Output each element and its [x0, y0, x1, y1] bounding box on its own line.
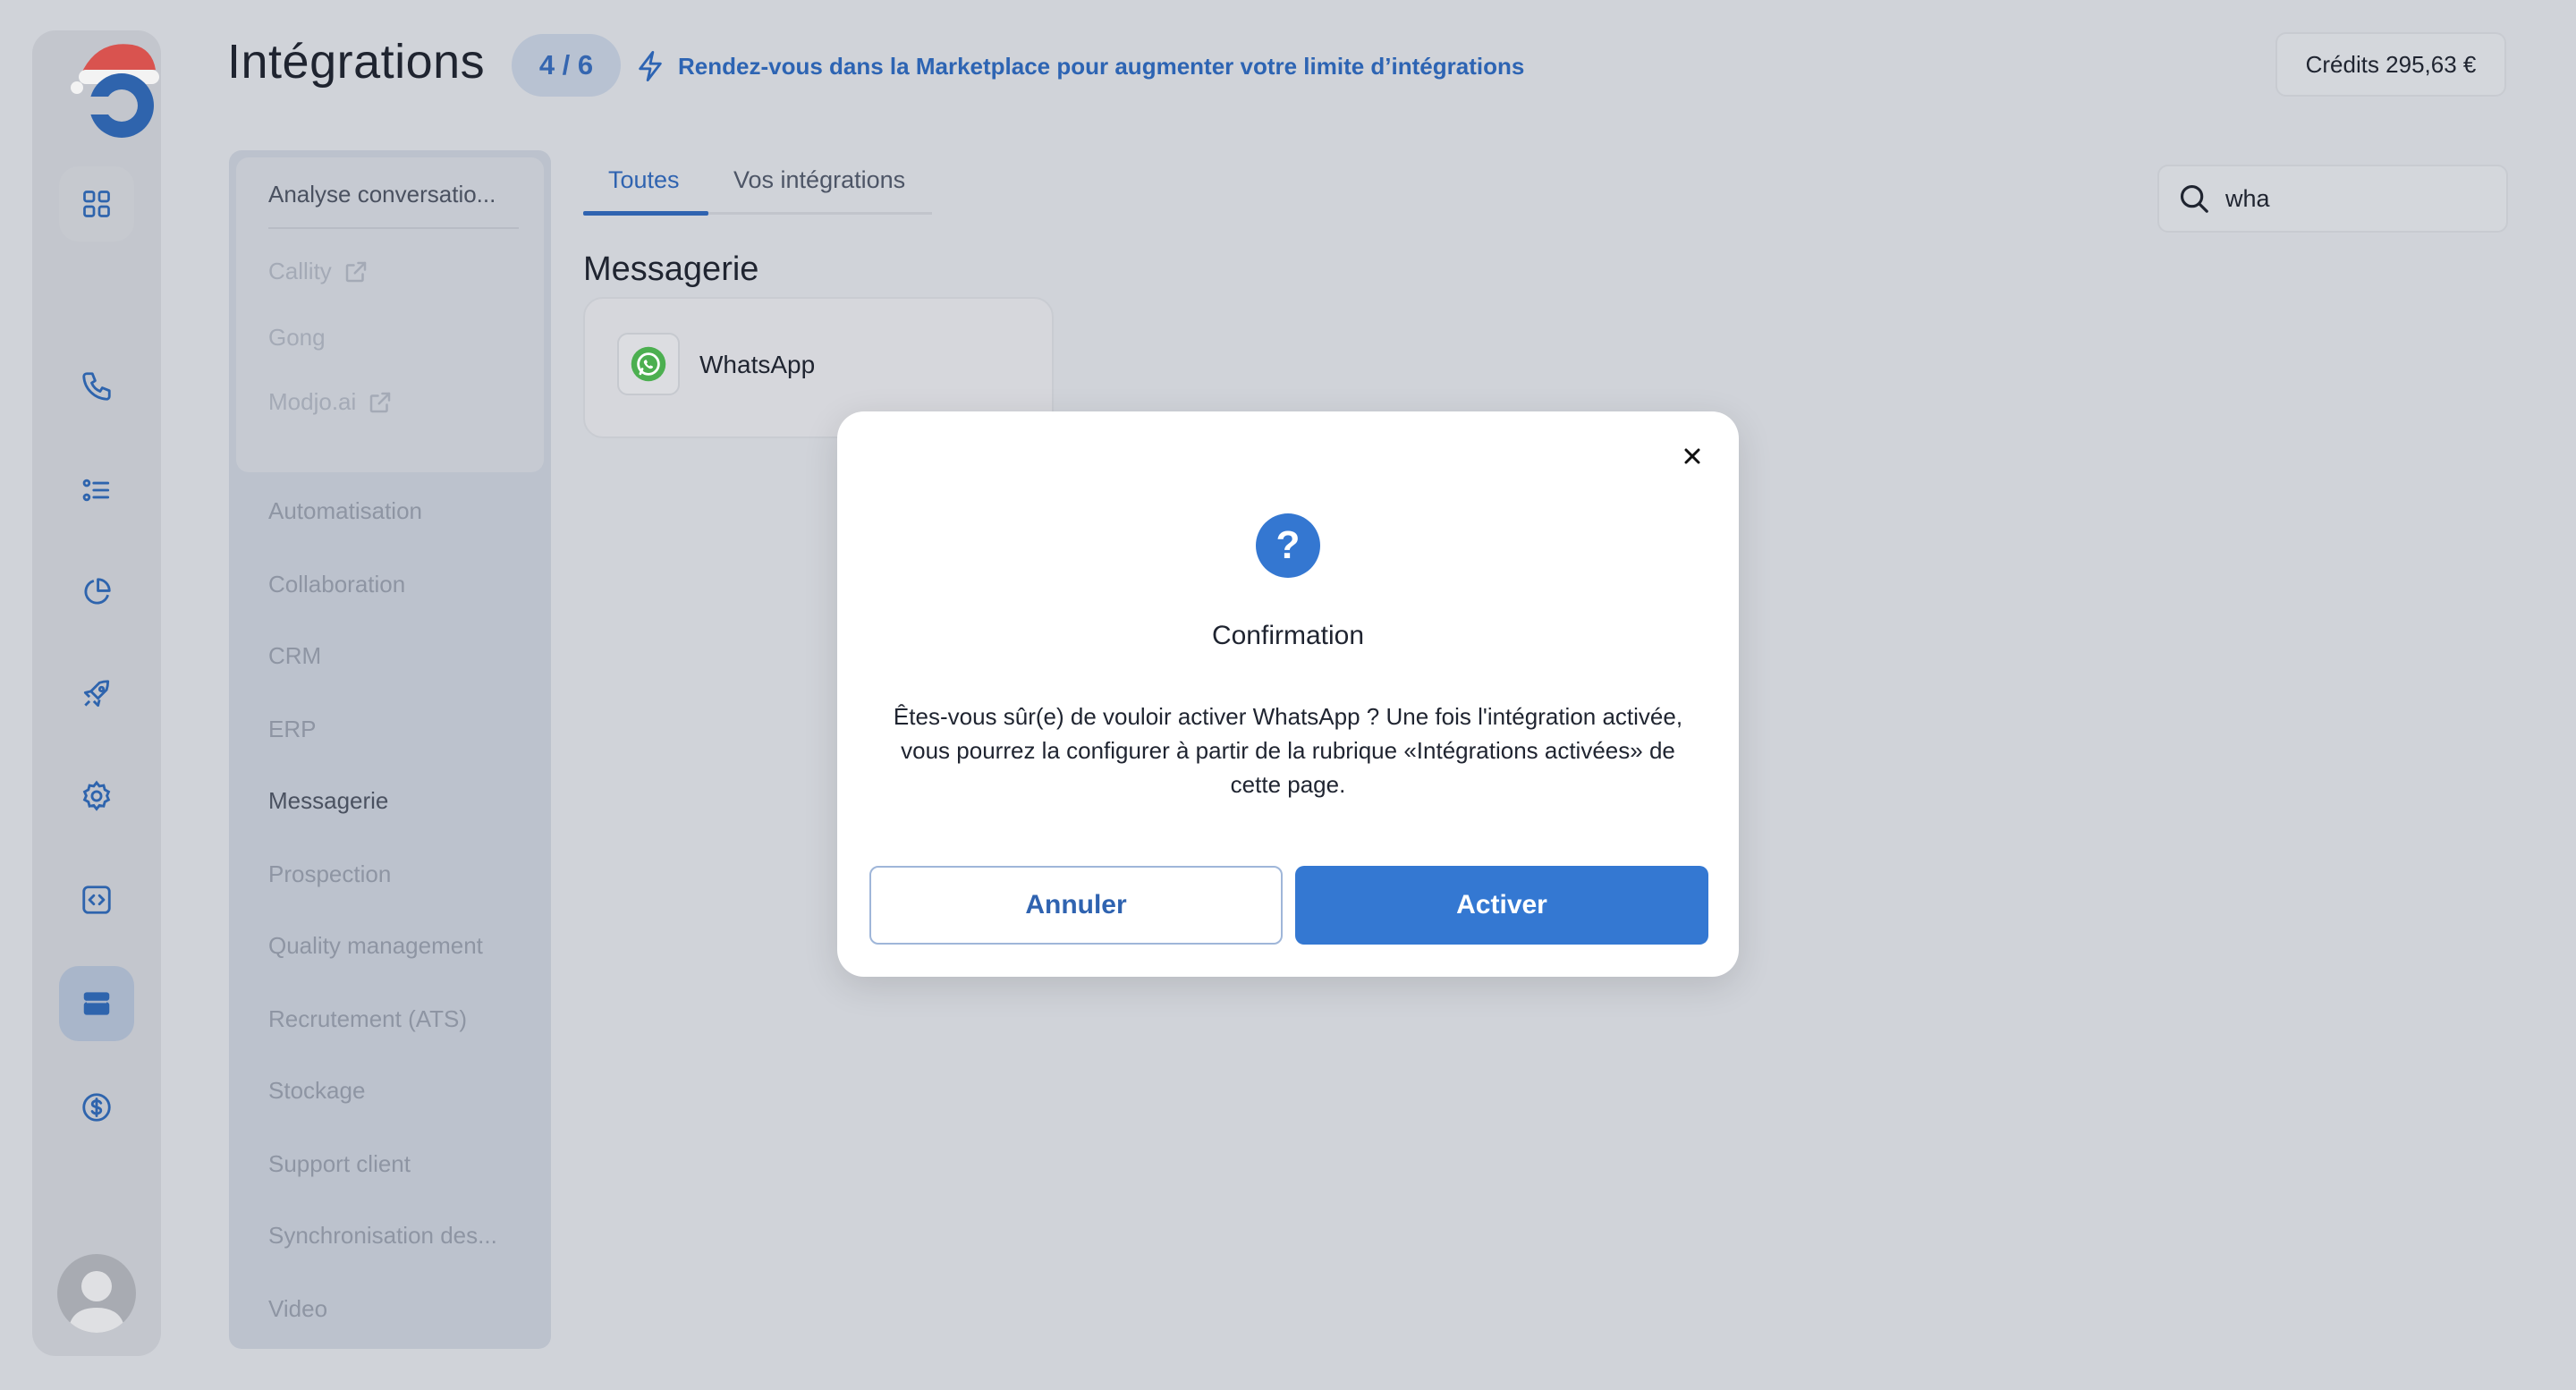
integration-count-badge: 4 / 6 — [512, 34, 621, 97]
sub-item-callity[interactable]: Callity — [268, 258, 369, 285]
category-item-storage[interactable]: Stockage — [268, 1077, 365, 1105]
settings-button[interactable] — [59, 759, 134, 834]
marketplace-link-text[interactable]: Rendez-vous dans la Marketplace pour aug… — [678, 53, 1524, 81]
tab-active-indicator — [583, 211, 708, 216]
category-item-erp[interactable]: ERP — [268, 716, 316, 743]
close-button[interactable] — [1673, 436, 1712, 476]
code-icon — [80, 883, 114, 917]
category-sidebar: Analyse conversatio... Callity Gong Modj… — [229, 150, 551, 1349]
developer-button[interactable] — [59, 862, 134, 937]
activate-button[interactable]: Activer — [1295, 866, 1708, 945]
list-icon — [80, 473, 114, 507]
sub-item-gong[interactable]: Gong — [268, 324, 326, 352]
marketplace-link[interactable]: Rendez-vous dans la Marketplace pour aug… — [635, 47, 1524, 86]
category-item-conversation-analysis[interactable]: Analyse conversatio... — [268, 181, 496, 208]
store-icon — [80, 987, 114, 1021]
confirmation-dialog: ? Confirmation Êtes-vous sûr(e) de voulo… — [837, 411, 1739, 977]
category-group-expanded: Analyse conversatio... Callity Gong Modj… — [236, 157, 544, 472]
category-item-video[interactable]: Video — [268, 1295, 327, 1323]
tab-all[interactable]: Toutes — [608, 166, 680, 213]
section-title: Messagerie — [583, 250, 759, 288]
category-item-quality[interactable]: Quality management — [268, 932, 483, 960]
category-item-support[interactable]: Support client — [268, 1150, 411, 1178]
pie-chart-icon — [80, 575, 114, 609]
dashboard-button[interactable] — [59, 166, 134, 242]
tabs-divider — [708, 212, 932, 215]
category-item-crm[interactable]: CRM — [268, 642, 321, 670]
dialog-title: Confirmation — [1211, 621, 1365, 650]
search-input[interactable]: wha — [2157, 165, 2508, 233]
avatar[interactable] — [57, 1254, 136, 1333]
question-icon: ? — [1256, 513, 1320, 578]
search-value[interactable]: wha — [2225, 185, 2270, 213]
credits-badge[interactable]: Crédits 295,63 € — [2275, 32, 2506, 97]
campaigns-button[interactable] — [59, 657, 134, 732]
category-item-recruitment[interactable]: Recrutement (ATS) — [268, 1005, 467, 1033]
dialog-message: Êtes-vous sûr(e) de vouloir activer What… — [893, 703, 1683, 798]
external-link-icon — [343, 259, 369, 285]
category-item-prospection[interactable]: Prospection — [268, 860, 391, 888]
category-item-automation[interactable]: Automatisation — [268, 497, 422, 525]
gear-icon — [80, 779, 114, 813]
category-item-collaboration[interactable]: Collaboration — [268, 571, 405, 598]
lightning-icon — [635, 49, 665, 83]
close-icon — [1682, 445, 1703, 467]
tab-your-integrations[interactable]: Vos intégrations — [733, 166, 905, 213]
marketplace-button[interactable] — [59, 966, 134, 1041]
cancel-button[interactable]: Annuler — [869, 866, 1283, 945]
category-item-messaging[interactable]: Messagerie — [268, 787, 388, 815]
page-title: Intégrations — [227, 35, 486, 89]
phone-icon — [80, 369, 114, 403]
app-logo[interactable] — [70, 39, 165, 145]
sub-item-label: Modjo.ai — [268, 388, 357, 415]
nav-rail — [32, 30, 161, 1356]
rocket-icon — [80, 677, 114, 711]
analytics-button[interactable] — [59, 555, 134, 630]
search-icon — [2177, 182, 2211, 216]
sub-item-label: Callity — [268, 258, 332, 284]
dollar-icon — [80, 1090, 114, 1124]
grid-icon — [80, 188, 113, 220]
whatsapp-icon — [617, 333, 680, 395]
divider — [268, 227, 519, 229]
category-item-sync[interactable]: Synchronisation des... — [268, 1222, 497, 1250]
billing-button[interactable] — [59, 1070, 134, 1145]
external-link-icon — [367, 389, 394, 416]
sub-item-label: Gong — [268, 324, 326, 351]
integration-card-name: WhatsApp — [699, 351, 816, 378]
sub-item-modjo[interactable]: Modjo.ai — [268, 388, 394, 416]
lists-button[interactable] — [59, 453, 134, 528]
calls-button[interactable] — [59, 349, 134, 424]
